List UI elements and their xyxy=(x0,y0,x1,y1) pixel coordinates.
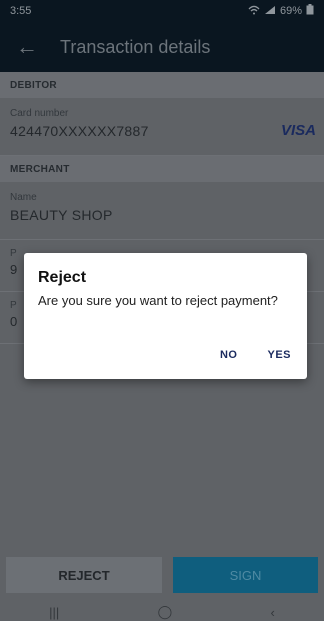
section-header-merchant: MERCHANT xyxy=(0,156,324,182)
back-icon[interactable]: ‹ xyxy=(270,605,274,620)
home-icon[interactable]: ◯ xyxy=(158,604,173,620)
system-nav-bar: ||| ◯ ‹ xyxy=(0,603,324,621)
dialog-actions: NO YES xyxy=(220,349,291,361)
section-header-debitor: DEBITOR xyxy=(0,72,324,98)
card-number-value: 424470XXXXXX7887 xyxy=(10,123,149,139)
recents-icon[interactable]: ||| xyxy=(49,605,59,620)
card-number-field: Card number 424470XXXXXX7887 VISA xyxy=(0,98,324,156)
status-indicators: 69% xyxy=(248,4,314,18)
status-bar: 3:55 69% xyxy=(0,0,324,22)
app-bar: ← Transaction details xyxy=(0,22,324,72)
signal-icon xyxy=(264,5,276,18)
sign-button[interactable]: SIGN xyxy=(173,557,318,593)
status-time: 3:55 xyxy=(10,5,32,17)
merchant-name-field: Name BEAUTY SHOP xyxy=(0,182,324,240)
card-number-label: Card number xyxy=(10,108,69,119)
bottom-action-bar: REJECT SIGN xyxy=(0,557,324,593)
arrow-left-icon[interactable]: ← xyxy=(16,36,40,58)
merchant-name-value: BEAUTY SHOP xyxy=(10,207,113,223)
battery-icon xyxy=(306,4,314,18)
merchant-name-label: Name xyxy=(10,192,37,203)
no-button[interactable]: NO xyxy=(220,349,238,361)
dialog-title: Reject xyxy=(38,269,87,286)
reject-dialog: Reject Are you sure you want to reject p… xyxy=(24,253,307,379)
visa-logo: VISA xyxy=(280,122,316,139)
battery-percent: 69% xyxy=(279,5,302,17)
wifi-icon xyxy=(248,5,260,18)
reject-button[interactable]: REJECT xyxy=(6,557,162,593)
yes-button[interactable]: YES xyxy=(267,349,291,361)
page-title: Transaction details xyxy=(60,36,211,57)
dialog-message: Are you sure you want to reject payment? xyxy=(38,293,278,308)
